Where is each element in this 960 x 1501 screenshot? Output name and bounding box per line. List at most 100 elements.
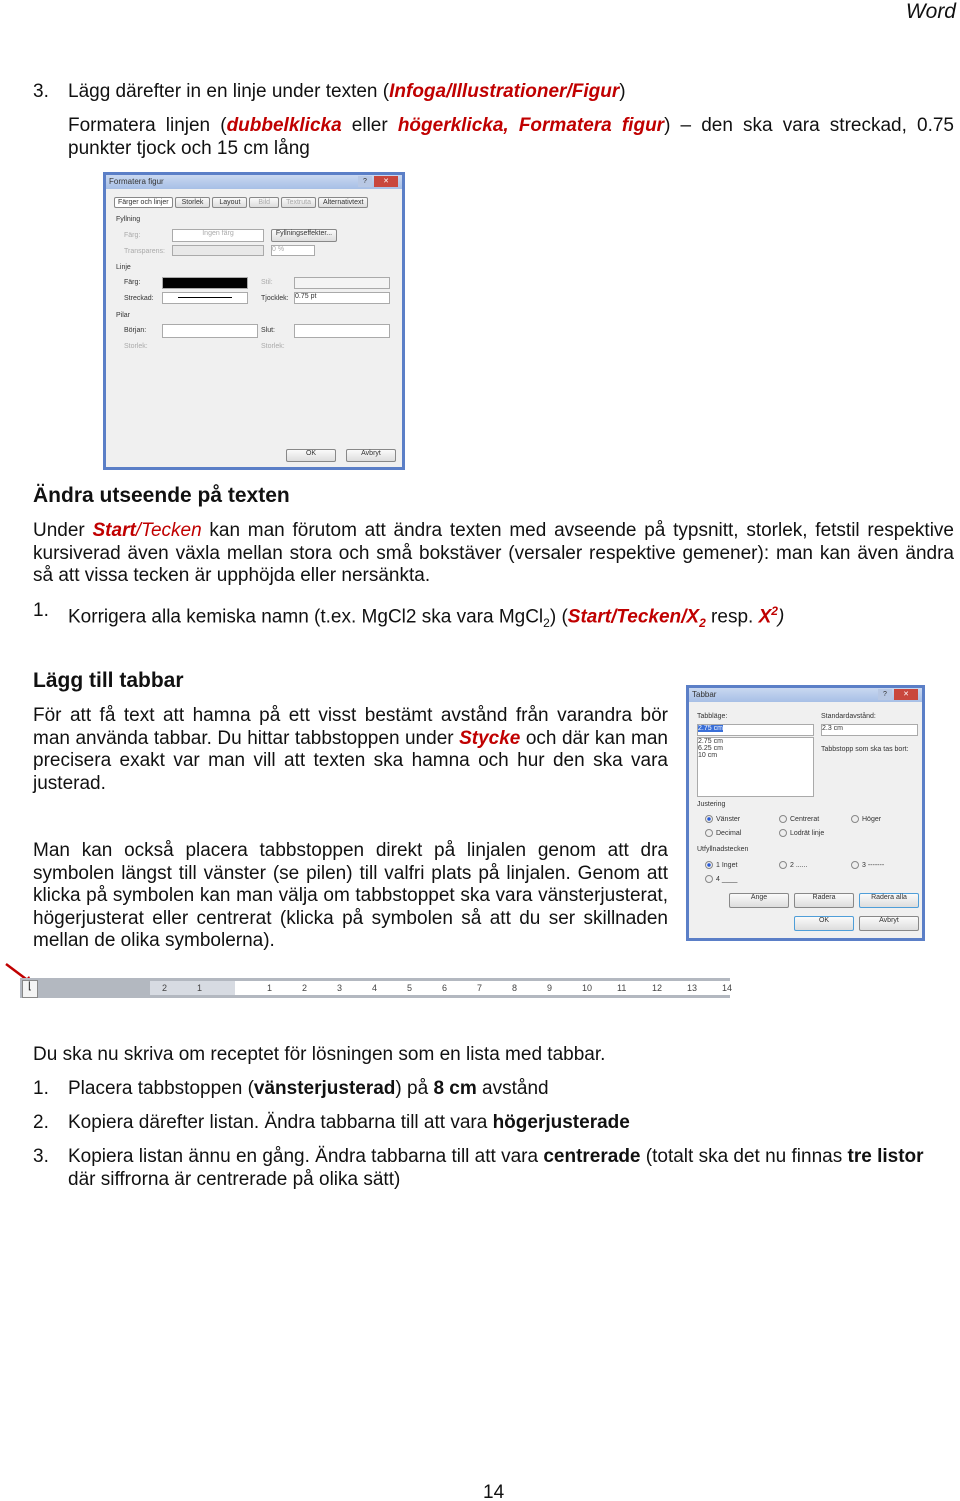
paragraph: Du ska nu skriva om receptet för lösning… xyxy=(33,1044,606,1065)
weight-input[interactable]: 0.75 pt xyxy=(294,292,390,304)
end-size-label: Storlek: xyxy=(261,343,285,350)
remove-label: Tabbstopp som ska tas bort: xyxy=(821,746,909,753)
line-color-select[interactable] xyxy=(162,277,248,289)
end-label: Slut: xyxy=(261,327,276,334)
list-number: 1. xyxy=(33,1078,49,1099)
close-button[interactable]: ✕ xyxy=(894,689,918,700)
align-bar-radio[interactable]: Lodrät linje xyxy=(779,829,824,837)
weight-label: Tjocklek: xyxy=(261,295,289,302)
leader-none-radio[interactable]: 1 Inget xyxy=(705,861,737,869)
tab-selector-button[interactable]: ⌊ xyxy=(22,980,38,998)
tab-alt-text[interactable]: Alternativtext xyxy=(318,197,369,208)
tabs-dialog: Tabbar ? ✕ Tabbläge: 2.75 cm 2.75 cm 6.25… xyxy=(686,685,925,941)
ruler-tick-label: 13 xyxy=(687,983,698,993)
tab-position-list[interactable]: 2.75 cm 6.25 cm 10 cm xyxy=(697,737,814,797)
tab-colors-lines[interactable]: Färger och linjer xyxy=(114,197,173,208)
paragraph: Under Start/Tecken kan man förutom att ä… xyxy=(33,520,954,586)
list-item: Kopiera därefter listan. Ändra tabbarna … xyxy=(68,1112,630,1133)
ruler-tick-label: 8 xyxy=(512,983,518,993)
begin-select[interactable] xyxy=(162,324,258,338)
tab-size[interactable]: Storlek xyxy=(174,197,211,208)
ruler[interactable]: ⌊ 2 1 1 2 3 4 5 6 7 8 9 10 11 12 13 14 xyxy=(20,978,733,998)
style-label: Stil: xyxy=(261,279,273,286)
transparency-slider xyxy=(172,245,264,256)
ruler-tick-label: 10 xyxy=(582,983,593,993)
tab-position-label: Tabbläge: xyxy=(697,713,728,720)
section-heading: Lägg till tabbar xyxy=(33,669,184,692)
fill-section-label: Fyllning xyxy=(116,216,141,223)
ruler-tick-label: 6 xyxy=(442,983,448,993)
clear-button[interactable]: Radera xyxy=(794,893,854,908)
leader-dashes-radio[interactable]: 3 ------- xyxy=(851,861,884,869)
list-item[interactable]: 6.25 cm xyxy=(698,745,813,752)
begin-size-label: Storlek: xyxy=(124,343,148,350)
list-item[interactable]: 10 cm xyxy=(698,752,813,759)
align-right-radio[interactable]: Höger xyxy=(851,815,881,823)
set-button[interactable]: Ange xyxy=(729,893,789,908)
list-item: Korrigera alla kemiska namn (t.ex. MgCl2… xyxy=(68,604,785,631)
ruler-tick-label: 4 xyxy=(372,983,378,993)
fill-effects-button[interactable]: Fyllningseffekter... xyxy=(271,229,337,242)
ruler-tick-label: 1 xyxy=(197,983,203,993)
alignment-section-label: Justering xyxy=(697,801,726,808)
cancel-button[interactable]: Avbryt xyxy=(346,449,396,462)
arrows-section-label: Pilar xyxy=(116,312,131,319)
list-item: Placera tabbstoppen (vänsterjusterad) på… xyxy=(68,1078,549,1099)
step3-detail: Formatera linjen (dubbelklicka eller hög… xyxy=(68,115,954,159)
transparency-input: 0 % xyxy=(271,245,315,256)
line-section-label: Linje xyxy=(116,264,131,271)
list-number: 3. xyxy=(33,81,49,102)
fill-color-select: Ingen färg xyxy=(172,229,264,242)
format-shape-dialog: Formatera figur ? ✕ Färger och linjer Sto… xyxy=(103,172,405,470)
align-decimal-radio[interactable]: Decimal xyxy=(705,829,741,837)
cancel-button[interactable]: Avbryt xyxy=(859,916,919,931)
paragraph: För att få text att hamna på ett visst b… xyxy=(33,705,668,794)
tab-position-input[interactable]: 2.75 cm xyxy=(697,724,814,736)
leader-dots-radio[interactable]: 2 ...... xyxy=(779,861,808,869)
ruler-tick-label: 14 xyxy=(722,983,733,993)
tab-textbox: Textruta xyxy=(281,197,316,208)
help-button[interactable]: ? xyxy=(878,689,892,700)
ruler-tick-label: 2 xyxy=(162,983,168,993)
default-stops-label: Standardavstånd: xyxy=(821,713,876,720)
end-select[interactable] xyxy=(294,324,390,338)
begin-label: Början: xyxy=(124,327,147,334)
list-item: Kopiera listan ännu en gång. Ändra tabba… xyxy=(68,1146,924,1190)
align-center-radio[interactable]: Centrerat xyxy=(779,815,819,823)
style-select xyxy=(294,277,390,289)
page-header: Word xyxy=(905,0,956,23)
ruler-tick-label: 7 xyxy=(477,983,483,993)
ruler-tick-label: 9 xyxy=(547,983,553,993)
page-number: 14 xyxy=(483,1482,505,1501)
list-item[interactable]: 2.75 cm xyxy=(698,738,813,745)
default-stops-input[interactable]: 2.3 cm xyxy=(821,724,918,736)
ruler-tick-label: 1 xyxy=(267,983,273,993)
leader-line-radio[interactable]: 4 ____ xyxy=(705,875,737,883)
ruler-tick-label: 5 xyxy=(407,983,413,993)
step3-text: Lägg därefter in en linje under texten (… xyxy=(68,81,626,102)
leader-section-label: Utfyllnadstecken xyxy=(697,846,749,853)
dash-label: Streckad: xyxy=(124,295,154,302)
clear-all-button[interactable]: Radera alla xyxy=(859,893,919,908)
close-button[interactable]: ✕ xyxy=(374,176,398,187)
document-page: Word 3. Lägg därefter in en linje under … xyxy=(0,0,960,1501)
transparency-label: Transparens: xyxy=(124,248,165,255)
align-left-radio[interactable]: Vänster xyxy=(705,815,740,823)
ok-button[interactable]: OK xyxy=(794,916,854,931)
tab-picture: Bild xyxy=(249,197,280,208)
line-color-label: Färg: xyxy=(124,279,141,286)
ruler-tick-label: 2 xyxy=(302,983,308,993)
list-number: 1. xyxy=(33,600,49,621)
help-button[interactable]: ? xyxy=(358,176,372,187)
list-number: 3. xyxy=(33,1146,49,1167)
ok-button[interactable]: OK xyxy=(286,449,336,462)
tab-layout[interactable]: Layout xyxy=(212,197,248,208)
dialog-tabs: Färger och linjer Storlek Layout Bild Te… xyxy=(114,197,369,208)
ruler-tick-label: 3 xyxy=(337,983,343,993)
paragraph: Man kan också placera tabbstoppen direkt… xyxy=(33,840,668,951)
list-number: 2. xyxy=(33,1112,49,1133)
section-heading: Ändra utseende på texten xyxy=(33,484,290,507)
dash-select[interactable] xyxy=(162,292,248,304)
fill-color-label: Färg: xyxy=(124,232,141,239)
ruler-tick-label: 11 xyxy=(617,983,627,993)
